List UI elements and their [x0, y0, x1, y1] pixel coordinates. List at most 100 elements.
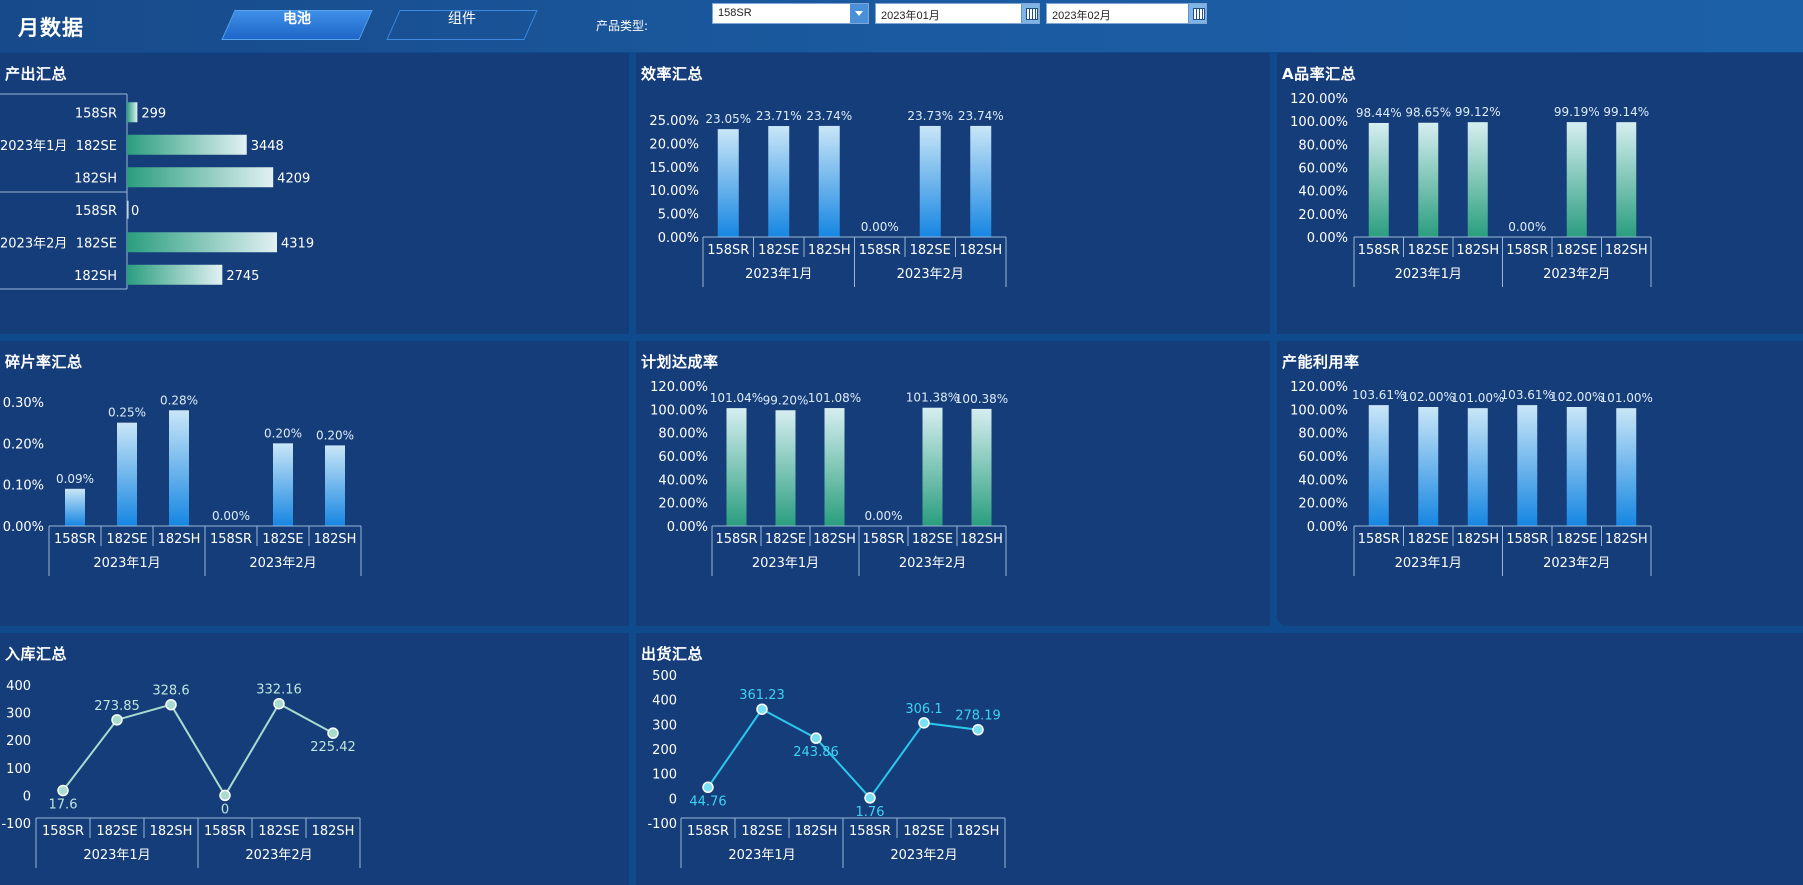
data-label: 23.74%: [958, 109, 1004, 123]
x-tick-label: 182SH: [1456, 532, 1499, 547]
data-label: 44.76: [689, 794, 726, 809]
data-label: 23.73%: [907, 109, 953, 123]
fragment-chart: 0.00% 0.10% 0.20% 0.30% 0.09% 0.25% 0.28% 0.00%…: [3, 393, 362, 576]
y-tick-label: 100.00%: [1290, 403, 1348, 418]
data-label: 278.19: [955, 709, 1001, 724]
data-label: 4209: [277, 171, 310, 186]
data-label: 299: [141, 106, 166, 121]
data-label: 3448: [251, 139, 284, 154]
data-label: 0.20%: [264, 426, 302, 440]
data-point: [702, 781, 714, 794]
y-tick-label: 0.20%: [3, 437, 44, 452]
tab-battery[interactable]: [221, 10, 373, 40]
bar: [919, 125, 941, 237]
product-type-value: 158SR: [718, 7, 752, 19]
x-tick-label: 182SE: [1408, 532, 1449, 547]
y-tick-label: 158SR: [75, 204, 117, 219]
calendar-icon[interactable]: [1021, 4, 1039, 23]
tab-module[interactable]: [386, 10, 538, 40]
series-line: [707, 707, 979, 800]
x-tick-label: 158SR: [1358, 532, 1400, 547]
y-tick-label: 80.00%: [1298, 138, 1348, 153]
y-tick-label: 100: [6, 762, 31, 777]
x-tick-label: 158SR: [54, 532, 96, 547]
data-label: 103.61%: [1352, 388, 1405, 402]
y-tick-label: 80.00%: [658, 427, 708, 442]
x-tick-label: 182SH: [808, 243, 851, 258]
x-tick-label: 182SH: [1605, 532, 1648, 547]
bar: [1467, 408, 1488, 526]
y-tick-label: 182SE: [76, 236, 117, 251]
data-label: 0.20%: [316, 428, 354, 442]
data-point: [810, 732, 822, 744]
y-tick-label: 60.00%: [658, 450, 708, 465]
calendar-icon[interactable]: [1188, 4, 1206, 23]
y-tick-label: 0.30%: [3, 396, 44, 411]
data-label: 99.20%: [763, 393, 809, 407]
x-group-label: 2023年2月: [245, 848, 312, 863]
x-tick-label: 182SE: [758, 243, 799, 258]
x-tick-label: 158SR: [1506, 243, 1548, 258]
data-label: 328.6: [152, 684, 189, 699]
x-group-label: 2023年2月: [897, 267, 964, 282]
top-bar: 月数据 电池 组件 产品类型: 158SR 2023年01月 2023年02月: [0, 0, 1803, 52]
data-label: 23.71%: [756, 109, 802, 123]
x-tick-label: 182SE: [912, 532, 953, 547]
x-group-label: 2023年2月: [1543, 556, 1610, 571]
product-type-label: 产品类型:: [596, 19, 649, 33]
y-tick-label: 158SR: [75, 106, 117, 121]
y-group-label: 2023年1月: [0, 139, 67, 154]
data-label: 23.74%: [806, 109, 852, 123]
bar: [1517, 405, 1538, 526]
y-tick-label: 0.00%: [1307, 520, 1348, 535]
y-tick-label: 20.00%: [658, 497, 708, 512]
data-point: [918, 717, 930, 729]
y-tick-label: 0.00%: [667, 520, 708, 535]
y-tick-label: 200: [6, 734, 31, 749]
x-tick-label: 182SH: [957, 824, 1000, 839]
x-group-label: 2023年2月: [899, 556, 966, 571]
x-tick-label: 182SE: [258, 824, 299, 839]
efficiency-chart: 0.00% 5.00% 10.00% 15.00% 20.00% 25.00% 23.05%…: [649, 109, 1007, 287]
bar: [65, 488, 85, 526]
x-tick-label: 182SE: [1408, 243, 1449, 258]
end-month-value: 2023年02月: [1052, 10, 1111, 22]
bar: [117, 422, 137, 526]
data-label: 225.42: [310, 740, 356, 755]
x-group-label: 2023年1月: [752, 556, 819, 571]
output-chart: 299 158SR 3448 182SE 4209 182SH 0 158SR 4319 182S…: [0, 93, 314, 290]
bar: [922, 407, 943, 526]
x-group-label: 2023年1月: [1395, 267, 1462, 282]
y-tick-label: 100.00%: [1290, 115, 1348, 130]
y-group-label: 2023年2月: [0, 236, 67, 251]
data-label: 101.04%: [710, 391, 763, 405]
end-month-field[interactable]: 2023年02月: [1046, 3, 1207, 24]
y-tick-label: 0: [23, 789, 31, 804]
data-label: 0.00%: [861, 220, 899, 234]
x-tick-label: 158SR: [1506, 532, 1548, 547]
bar: [127, 264, 223, 285]
x-group-label: 2023年2月: [890, 848, 957, 863]
data-label: 0.00%: [212, 509, 250, 523]
fragment-panel: 碎片率汇总 0.00% 0.10% 0.20% 0.30% 0.09% 0.25% 0.28…: [0, 341, 629, 626]
data-point: [756, 703, 768, 715]
data-label: 0: [221, 802, 229, 817]
bar: [1566, 122, 1587, 237]
bar: [127, 167, 274, 188]
start-month-field[interactable]: 2023年01月: [875, 3, 1040, 24]
chevron-down-icon[interactable]: [850, 4, 868, 23]
data-label: 0.28%: [160, 393, 198, 407]
y-tick-label: 20.00%: [1298, 497, 1348, 512]
data-point: [219, 789, 231, 802]
data-label: 332.16: [256, 683, 302, 698]
y-tick-label: 0: [669, 792, 677, 807]
bar: [273, 443, 293, 526]
data-label: 306.1: [905, 702, 942, 717]
x-tick-label: 182SE: [741, 824, 782, 839]
x-tick-label: 158SR: [210, 532, 252, 547]
x-tick-label: 182SE: [765, 532, 806, 547]
product-type-select[interactable]: 158SR: [712, 3, 869, 24]
x-tick-label: 158SR: [862, 532, 904, 547]
bar: [1418, 122, 1439, 237]
x-tick-label: 182SE: [96, 824, 137, 839]
